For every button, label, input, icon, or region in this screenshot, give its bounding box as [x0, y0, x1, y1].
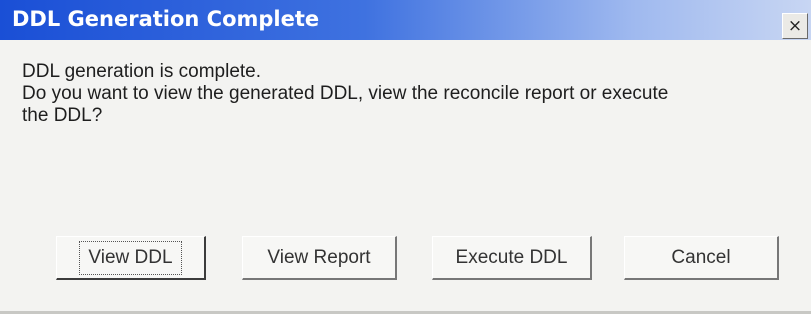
title-bar[interactable]: DDL Generation Complete ×	[0, 0, 811, 40]
view-ddl-label: View DDL	[79, 240, 182, 275]
execute-ddl-button[interactable]: Execute DDL	[432, 236, 592, 280]
cancel-button[interactable]: Cancel	[624, 236, 779, 280]
message-line: Do you want to view the generated DDL, v…	[22, 83, 669, 104]
view-report-label: View Report	[267, 246, 371, 268]
view-ddl-button[interactable]: View DDL	[56, 236, 206, 280]
close-icon: ×	[787, 15, 803, 36]
dialog-message: DDL generation is complete. Do you want …	[22, 61, 782, 127]
message-line: DDL generation is complete.	[22, 61, 262, 82]
ddl-complete-dialog: DDL Generation Complete × DDL generation…	[0, 0, 811, 314]
close-button[interactable]: ×	[782, 13, 808, 39]
dialog-title: DDL Generation Complete	[12, 7, 320, 31]
cancel-label: Cancel	[671, 246, 731, 268]
message-line: the DDL?	[22, 105, 103, 126]
view-report-button[interactable]: View Report	[242, 236, 397, 280]
execute-ddl-label: Execute DDL	[455, 246, 568, 268]
